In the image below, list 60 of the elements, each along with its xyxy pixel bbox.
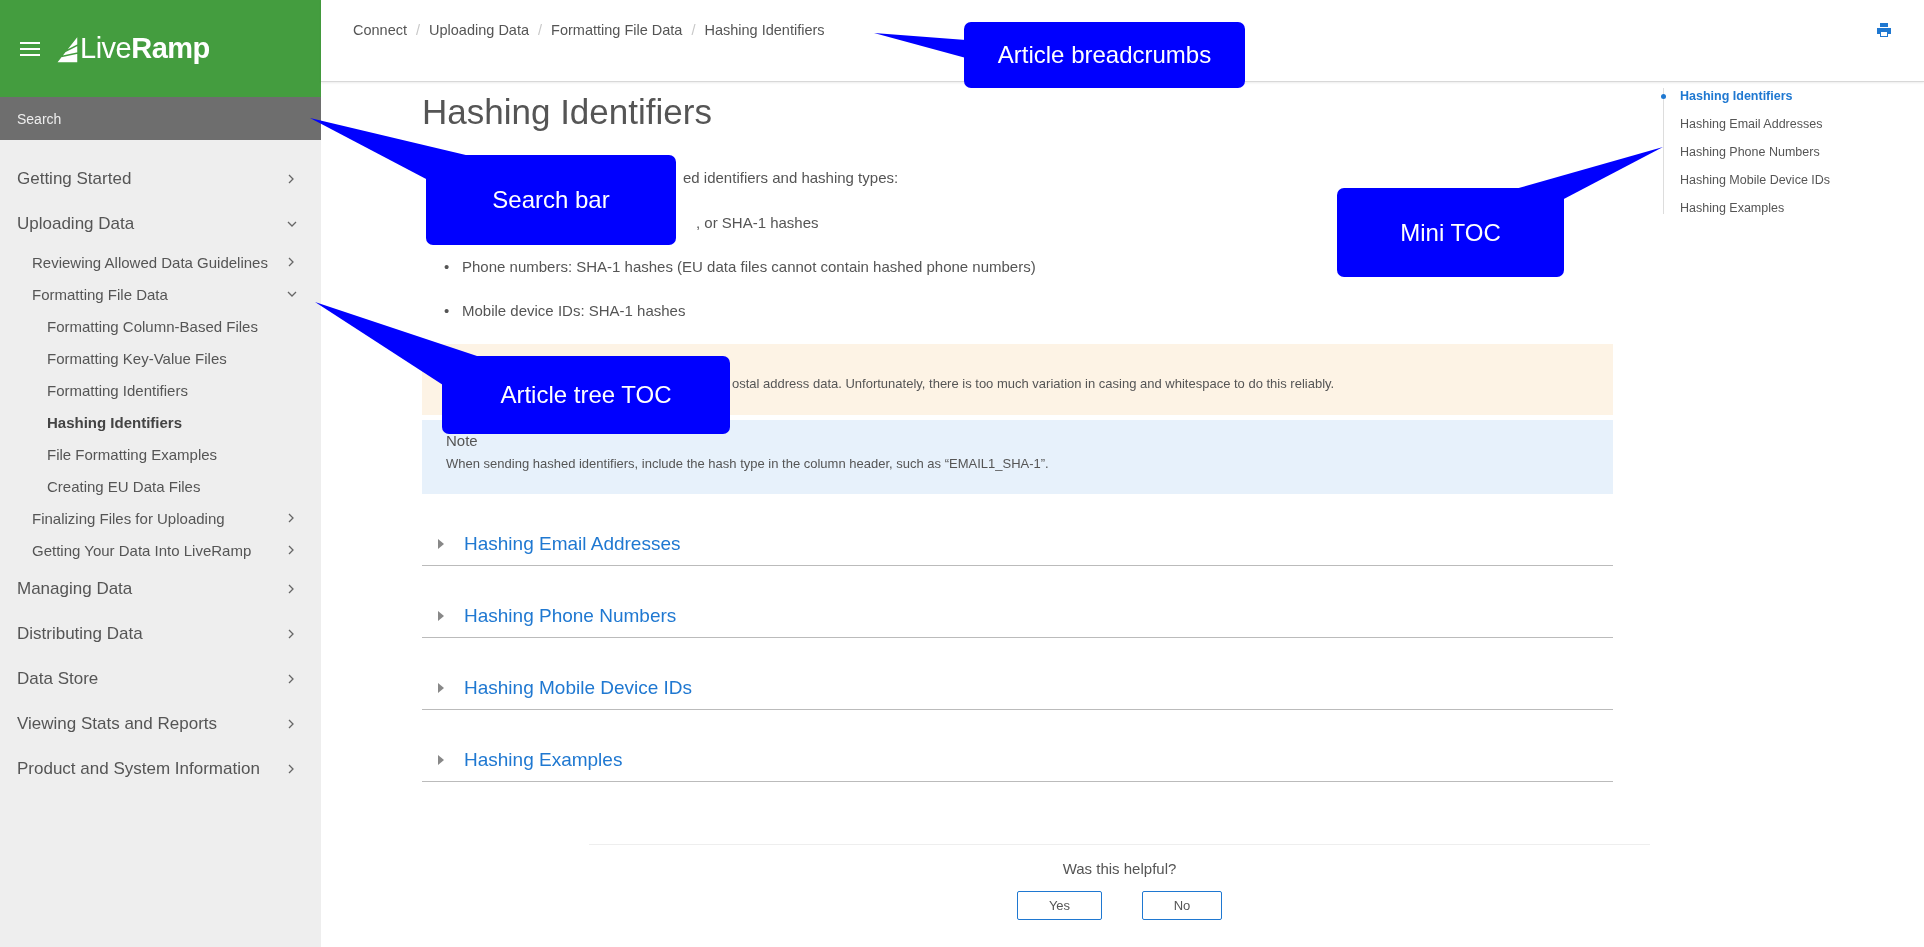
caret-right-icon[interactable]	[436, 755, 446, 765]
no-button[interactable]: No	[1142, 891, 1222, 920]
callout-label: Search bar	[426, 155, 676, 245]
nav-item[interactable]: Viewing Stats and Reports	[0, 701, 321, 746]
note-text: When sending hashed identifiers, include the hash type in the column header, such as “EMAIL1_SHA-1”.	[446, 455, 1050, 473]
breadcrumb-link[interactable]: Connect	[353, 22, 407, 38]
logo-icon	[56, 35, 78, 63]
nav-item[interactable]: Getting Your Data Into LiveRamp	[0, 534, 321, 566]
toc-link[interactable]: Hashing Identifiers	[1680, 82, 1831, 110]
nav-item[interactable]: Getting Started	[0, 156, 321, 201]
yes-button[interactable]: Yes	[1017, 891, 1102, 920]
nav-item[interactable]: Formatting Identifiers	[0, 374, 321, 406]
toc-link[interactable]: Hashing Examples	[1680, 194, 1831, 222]
section-toggle[interactable]: Hashing Mobile Device IDs	[464, 676, 693, 700]
nav-item[interactable]: Uploading Data	[0, 201, 321, 246]
toc-link[interactable]: Hashing Email Addresses	[1680, 110, 1831, 138]
print-icon[interactable]	[1876, 22, 1892, 38]
toc-link[interactable]: Hashing Phone Numbers	[1680, 138, 1831, 166]
nav-item[interactable]: Formatting Key-Value Files	[0, 342, 321, 374]
search-field[interactable]: Search	[0, 97, 321, 140]
callout-label: Article breadcrumbs	[964, 22, 1245, 88]
chevron-down-icon[interactable]	[287, 289, 297, 299]
nav-item[interactable]: Managing Data	[0, 566, 321, 611]
nav-item[interactable]: Formatting Column-Based Files	[0, 310, 321, 342]
section-toggle[interactable]: Hashing Phone Numbers	[464, 604, 677, 628]
note-title: Note	[446, 432, 479, 450]
logo-text: LiveRamp	[80, 34, 210, 63]
intro-text: ed identifiers and hashing types:	[682, 168, 900, 188]
caret-right-icon[interactable]	[436, 539, 446, 549]
list-item: Mobile device IDs: SHA-1 hashes	[462, 301, 686, 321]
bullet-marker: •	[444, 257, 451, 277]
nav-item[interactable]: Reviewing Allowed Data Guidelines	[0, 246, 321, 278]
breadcrumb-link[interactable]: Formatting File Data	[551, 22, 683, 38]
breadcrumb-separator: /	[538, 22, 543, 38]
nav-item[interactable]: Formatting File Data	[0, 278, 321, 310]
nav-item[interactable]: Product and System Information	[0, 746, 321, 791]
section-toggle[interactable]: Hashing Examples	[464, 748, 623, 772]
caret-right-icon[interactable]	[436, 683, 446, 693]
nav-item[interactable]: Creating EU Data Files	[0, 470, 321, 502]
section-toggle[interactable]: Hashing Email Addresses	[464, 532, 681, 556]
nav-item[interactable]: File Formatting Examples	[0, 438, 321, 470]
list-item: Phone numbers: SHA-1 hashes (EU data files cannot contain hashed phone numbers)	[462, 257, 1036, 277]
caret-right-icon[interactable]	[436, 611, 446, 621]
breadcrumb-separator: /	[691, 22, 696, 38]
nav-item[interactable]: Finalizing Files for Uploading	[0, 502, 321, 534]
feedback-question: Was this helpful?	[1062, 860, 1177, 878]
nav-item[interactable]: Data Store	[0, 656, 321, 701]
active-dot	[1661, 94, 1666, 99]
toc-link[interactable]: Hashing Mobile Device IDs	[1680, 166, 1831, 194]
bullet-marker: •	[444, 301, 451, 321]
article-title: Hashing Identifiers	[422, 92, 713, 132]
nav-item[interactable]: Hashing Identifiers	[0, 406, 321, 438]
nav-item[interactable]: Distributing Data	[0, 611, 321, 656]
breadcrumb-separator: /	[416, 22, 421, 38]
callout-label: Article tree TOC	[442, 356, 730, 434]
breadcrumb-link[interactable]: Hashing Identifiers	[704, 22, 825, 38]
breadcrumb-link[interactable]: Uploading Data	[429, 22, 529, 38]
menu-icon[interactable]	[20, 41, 40, 56]
list-item: , or SHA-1 hashes	[696, 213, 819, 233]
warning-text: ostal address data. Unfortunately, there is too much variation in casing and whitespace to do this reliably.	[732, 376, 1335, 391]
